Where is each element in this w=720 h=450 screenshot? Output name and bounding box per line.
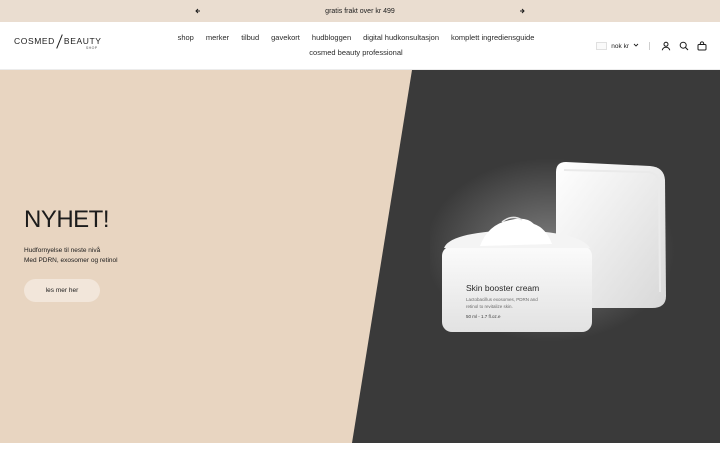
header-utility: nok kr [596, 40, 708, 52]
hero-title: NYHET! [24, 206, 110, 233]
arrow-right-icon[interactable] [514, 0, 530, 22]
product-desc-1: Lactobacillus exosomes, PDRN and [466, 297, 538, 302]
hero-line-2: Med PDRN, exosomer og retinol [24, 256, 118, 264]
announcement-message: gratis frakt over kr 499 [325, 7, 395, 15]
nav-item-gavekort[interactable]: gavekort [271, 32, 300, 43]
arrow-left-icon[interactable] [190, 0, 206, 22]
nav-item-hudbloggen[interactable]: hudbloggen [312, 32, 351, 43]
hero-line-1: Hudfornyelse til neste nivå [24, 247, 101, 254]
currency-selector[interactable]: nok kr [596, 42, 639, 50]
main-nav: shop merker tilbud gavekort hudbloggen d… [160, 32, 552, 58]
nav-item-hudkonsultasjon[interactable]: digital hudkonsultasjon [363, 32, 439, 43]
account-icon[interactable] [660, 40, 672, 52]
cart-icon[interactable] [696, 40, 708, 52]
site-header: COSMED BEAUTY SHOP shop merker tilbud ga… [0, 22, 720, 70]
logo[interactable]: COSMED BEAUTY SHOP [14, 34, 102, 50]
currency-label: nok kr [611, 42, 629, 50]
logo-sub: SHOP [85, 46, 98, 50]
product-size: 50 ml - 1.7 fl.oz.e [466, 314, 501, 319]
product-desc-2: retinol to revitalize skin. [466, 304, 513, 309]
logo-right: BEAUTY [63, 36, 102, 46]
product-name: Skin booster cream [466, 283, 539, 293]
page-bottom [0, 443, 720, 450]
search-icon[interactable] [678, 40, 690, 52]
hero-banner: NYHET! Hudfornyelse til neste nivå Med P… [0, 70, 720, 443]
product-image: Skin booster cream Lactobacillus exosome… [430, 158, 675, 342]
nav-item-ingrediensguide[interactable]: komplett ingrediensguide [451, 32, 534, 43]
nav-item-shop[interactable]: shop [178, 32, 194, 43]
announcement-bar: gratis frakt over kr 499 [0, 0, 720, 22]
logo-left: COSMED [14, 36, 55, 46]
hero-text: Hudfornyelse til neste nivå Med PDRN, ex… [24, 246, 118, 265]
logo-slash [56, 34, 63, 49]
flag-icon [596, 42, 608, 50]
nav-item-tilbud[interactable]: tilbud [241, 32, 259, 43]
chevron-down-icon [633, 42, 639, 50]
header-divider [649, 42, 650, 50]
read-more-button[interactable]: les mer her [24, 279, 100, 302]
nav-item-merker[interactable]: merker [206, 32, 229, 43]
nav-item-professional[interactable]: cosmed beauty professional [309, 47, 402, 58]
